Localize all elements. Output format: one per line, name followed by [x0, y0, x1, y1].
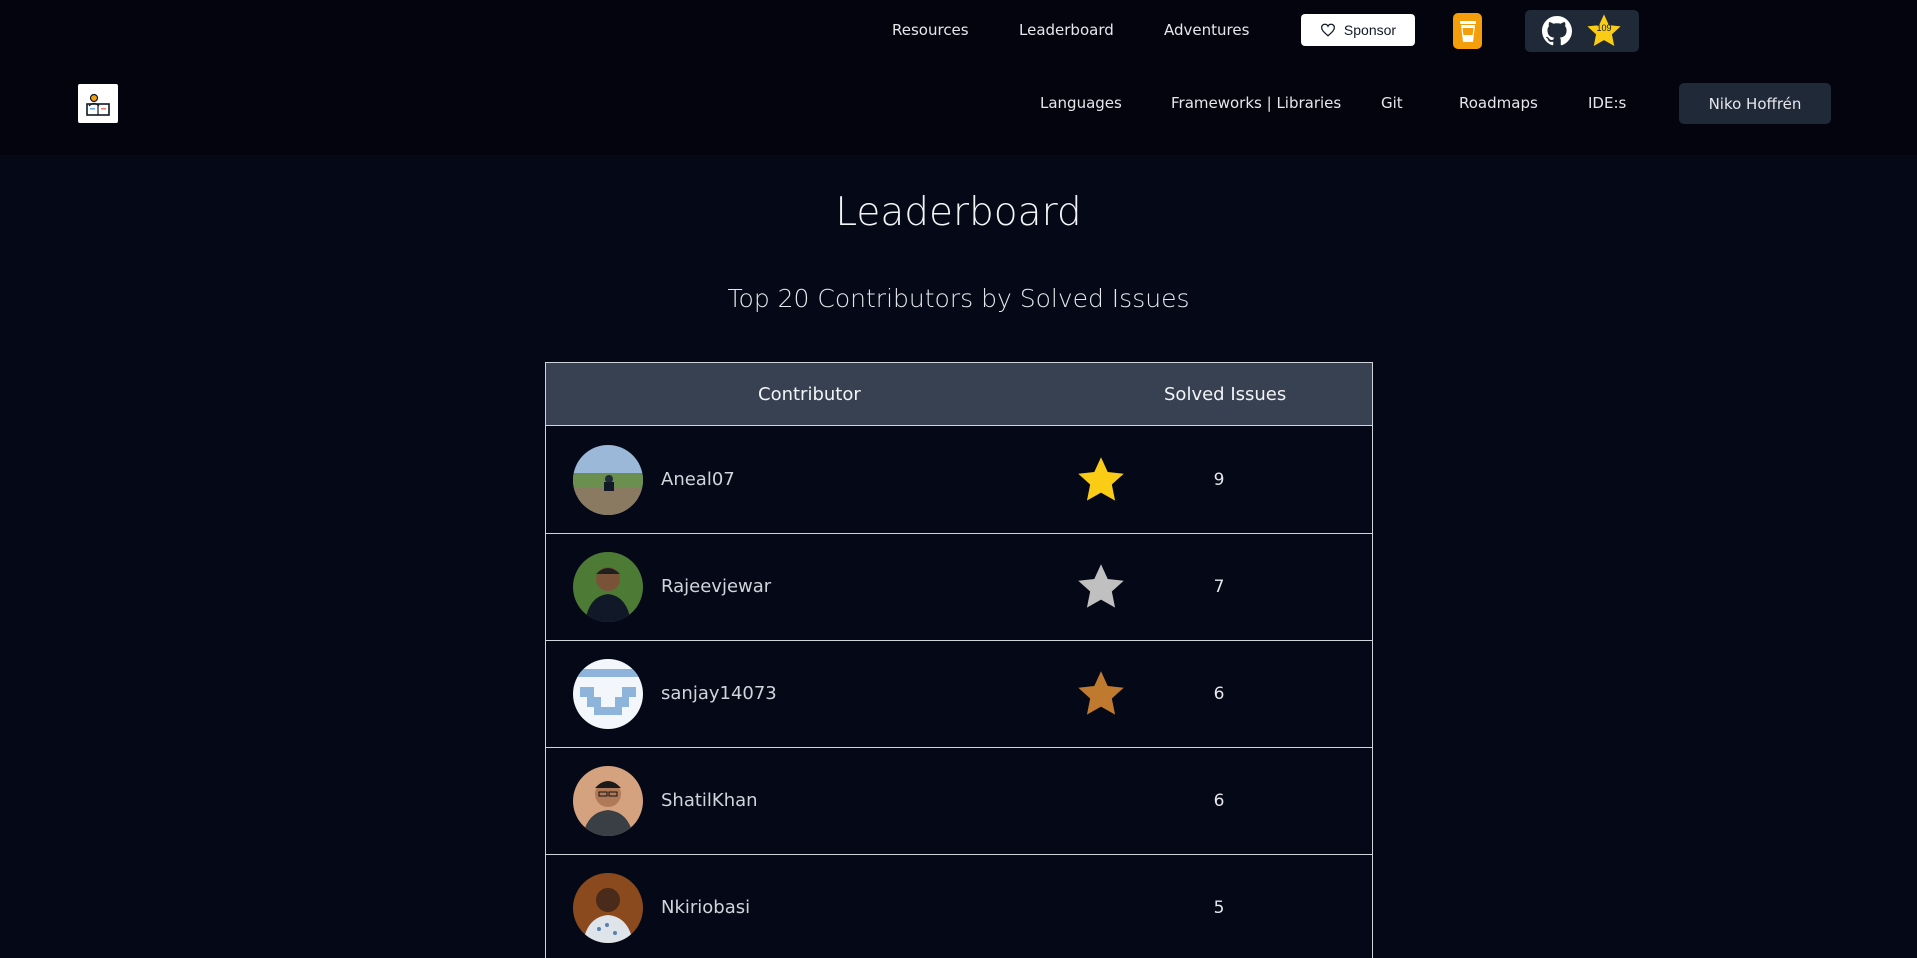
solved-count: 5 — [1213, 898, 1225, 918]
table-row: Aneal07 9 — [546, 427, 1372, 534]
toplink-leaderboard[interactable]: Leaderboard — [1019, 21, 1114, 39]
solved-count: 7 — [1213, 577, 1225, 597]
github-star-count: 109 — [1596, 23, 1612, 33]
contributor-name[interactable]: Nkiriobasi — [661, 897, 750, 918]
header-contributor: Contributor — [758, 384, 861, 405]
contributor-name[interactable]: Rajeevjewar — [661, 576, 771, 597]
table-row: Rajeevjewar 7 — [546, 534, 1372, 641]
avatar[interactable] — [573, 766, 643, 836]
user-name: Niko Hoffrén — [1708, 94, 1802, 113]
medal-star-icon — [1078, 671, 1124, 715]
avatar-image — [573, 552, 643, 622]
avatar-image — [573, 766, 643, 836]
page-subtitle: Top 20 Contributors by Solved Issues — [727, 284, 1190, 313]
contributor-name[interactable]: ShatilKhan — [661, 790, 758, 811]
table-row: sanjay14073 6 — [546, 641, 1372, 748]
nav-roadmaps[interactable]: Roadmaps — [1459, 94, 1538, 112]
contributor-name[interactable]: sanjay14073 — [661, 683, 777, 704]
nav-ides[interactable]: IDE:s — [1588, 94, 1626, 112]
avatar-image — [573, 445, 643, 515]
avatar[interactable] — [573, 445, 643, 515]
avatar-image — [573, 873, 643, 943]
leaderboard-table: Contributor Solved Issues Aneal07 9 Raje… — [545, 362, 1373, 958]
coffee-cup-icon — [1459, 21, 1476, 42]
github-icon — [1542, 16, 1572, 46]
table-header: Contributor Solved Issues — [546, 363, 1372, 426]
avatar[interactable] — [573, 873, 643, 943]
nav-frameworks-libraries[interactable]: Frameworks | Libraries — [1171, 94, 1341, 112]
nav-git[interactable]: Git — [1381, 94, 1403, 112]
solved-count: 6 — [1213, 791, 1225, 811]
header-solved-issues: Solved Issues — [1164, 384, 1287, 405]
heart-icon — [1320, 23, 1335, 37]
site-logo[interactable] — [78, 84, 118, 123]
table-row: ShatilKhan 6 — [546, 748, 1372, 855]
solved-count: 9 — [1213, 470, 1225, 490]
contributor-name[interactable]: Aneal07 — [661, 469, 735, 490]
nav-languages[interactable]: Languages — [1040, 94, 1122, 112]
medal-star-icon — [1078, 457, 1124, 501]
sponsor-button[interactable]: Sponsor — [1301, 14, 1415, 46]
logo-icon — [86, 93, 110, 116]
page-title: Leaderboard — [835, 190, 1082, 235]
toplink-adventures[interactable]: Adventures — [1164, 21, 1249, 39]
toplink-resources[interactable]: Resources — [892, 21, 969, 39]
user-menu-button[interactable]: Niko Hoffrén — [1679, 83, 1831, 124]
github-stars-badge[interactable]: 109 — [1525, 10, 1639, 52]
sponsor-label: Sponsor — [1343, 22, 1397, 38]
avatar[interactable] — [573, 552, 643, 622]
buy-coffee-button[interactable] — [1453, 13, 1482, 49]
avatar[interactable] — [573, 659, 643, 729]
medal-star-icon — [1078, 564, 1124, 608]
table-row: Nkiriobasi 5 — [546, 855, 1372, 958]
solved-count: 6 — [1213, 684, 1225, 704]
avatar-image — [573, 659, 643, 729]
